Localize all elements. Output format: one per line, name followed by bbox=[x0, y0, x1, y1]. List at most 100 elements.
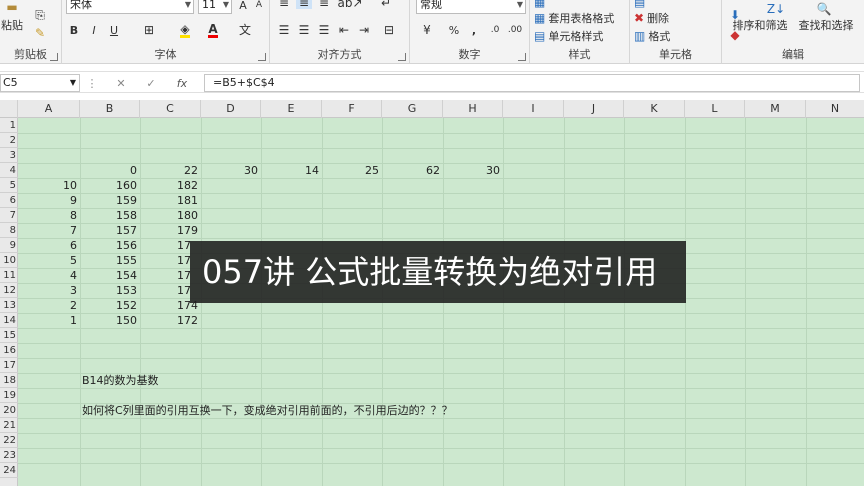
row-header[interactable]: 12 bbox=[0, 283, 18, 298]
column-header-n[interactable]: N bbox=[806, 100, 864, 118]
grow-font-icon[interactable]: A bbox=[236, 0, 250, 12]
bold-button[interactable]: B bbox=[66, 22, 82, 38]
number-launcher[interactable] bbox=[518, 53, 526, 61]
align-top-icon[interactable]: ≡ bbox=[276, 0, 292, 9]
align-middle-icon[interactable]: ≡ bbox=[296, 0, 312, 9]
insert-button[interactable]: ▤ bbox=[634, 0, 714, 8]
alignment-launcher[interactable] bbox=[398, 53, 406, 61]
cell-a5[interactable]: 10 bbox=[18, 178, 80, 193]
underline-button[interactable]: U bbox=[106, 22, 122, 38]
row-header[interactable]: 1 bbox=[0, 118, 18, 133]
format-button[interactable]: ▥ 格式 bbox=[634, 28, 714, 44]
font-color-icon[interactable]: A bbox=[204, 22, 222, 38]
cell-a13[interactable]: 2 bbox=[18, 298, 80, 313]
column-header-h[interactable]: H bbox=[443, 100, 503, 118]
cell-d4[interactable]: 30 bbox=[201, 163, 261, 178]
column-header-b[interactable]: B bbox=[80, 100, 140, 118]
percent-button[interactable]: % bbox=[446, 22, 462, 38]
copy-icon[interactable]: ⎘ bbox=[30, 8, 50, 22]
phonetic-icon[interactable]: 文 bbox=[236, 22, 254, 38]
row-header[interactable]: 10 bbox=[0, 253, 18, 268]
italic-button[interactable]: I bbox=[86, 22, 102, 38]
cell-b13[interactable]: 152 bbox=[80, 298, 140, 313]
cell-styles-button[interactable]: ▤ 单元格样式 bbox=[534, 28, 628, 44]
cell-a6[interactable]: 9 bbox=[18, 193, 80, 208]
cell-a14[interactable]: 1 bbox=[18, 313, 80, 328]
sort-filter-button[interactable]: 排序和筛选 bbox=[728, 18, 792, 32]
column-header-g[interactable]: G bbox=[382, 100, 443, 118]
currency-icon[interactable]: ¥ bbox=[416, 22, 438, 38]
column-header-l[interactable]: L bbox=[685, 100, 745, 118]
cell-b4[interactable]: 0 bbox=[80, 163, 140, 178]
cell-b9[interactable]: 156 bbox=[80, 238, 140, 253]
enter-icon[interactable]: ✓ bbox=[142, 75, 160, 91]
cell-c8[interactable]: 179 bbox=[140, 223, 201, 238]
column-header-d[interactable]: D bbox=[201, 100, 261, 118]
column-header-c[interactable]: C bbox=[140, 100, 201, 118]
cell-b14[interactable]: 150 bbox=[80, 313, 140, 328]
cell-b5[interactable]: 160 bbox=[80, 178, 140, 193]
increase-indent-icon[interactable]: ⇥ bbox=[356, 22, 372, 38]
cell-c4[interactable]: 22 bbox=[140, 163, 201, 178]
merge-center-icon[interactable]: ⊟ bbox=[378, 22, 400, 38]
column-header-a[interactable]: A bbox=[18, 100, 80, 118]
row-header[interactable]: 17 bbox=[0, 358, 18, 373]
column-header-i[interactable]: I bbox=[503, 100, 564, 118]
row-header[interactable]: 9 bbox=[0, 238, 18, 253]
increase-decimal-icon[interactable]: .0 bbox=[486, 22, 504, 38]
cell-a11[interactable]: 4 bbox=[18, 268, 80, 283]
decrease-indent-icon[interactable]: ⇤ bbox=[336, 22, 352, 38]
cell-f4[interactable]: 25 bbox=[322, 163, 382, 178]
cell-a8[interactable]: 7 bbox=[18, 223, 80, 238]
clipboard-launcher[interactable] bbox=[50, 53, 58, 61]
row-header[interactable]: 15 bbox=[0, 328, 18, 343]
decrease-decimal-icon[interactable]: .00 bbox=[506, 22, 524, 38]
wrap-text-icon[interactable]: ↵ bbox=[378, 0, 394, 9]
row-header[interactable]: 18 bbox=[0, 373, 18, 388]
cell-c7[interactable]: 180 bbox=[140, 208, 201, 223]
align-bottom-icon[interactable]: ≡ bbox=[316, 0, 332, 9]
row-header[interactable]: 5 bbox=[0, 178, 18, 193]
cell-a12[interactable]: 3 bbox=[18, 283, 80, 298]
row-header[interactable]: 4 bbox=[0, 163, 18, 178]
font-size-combo[interactable]: 11 ▼ bbox=[198, 0, 232, 14]
cell-a9[interactable]: 6 bbox=[18, 238, 80, 253]
column-header-j[interactable]: J bbox=[564, 100, 624, 118]
align-right-icon[interactable]: ☰ bbox=[316, 22, 332, 38]
comma-button[interactable]: , bbox=[466, 22, 482, 38]
cell-e4[interactable]: 14 bbox=[261, 163, 322, 178]
find-select-icon[interactable]: 🔍 bbox=[794, 0, 854, 18]
font-name-combo[interactable]: 宋体 ▼ bbox=[66, 0, 194, 14]
align-center-icon[interactable]: ☰ bbox=[296, 22, 312, 38]
column-header-k[interactable]: K bbox=[624, 100, 685, 118]
format-painter-icon[interactable]: ✎ bbox=[30, 26, 50, 40]
cell-g4[interactable]: 62 bbox=[382, 163, 443, 178]
cell-c5[interactable]: 182 bbox=[140, 178, 201, 193]
row-header[interactable]: 3 bbox=[0, 148, 18, 163]
row-header[interactable]: 14 bbox=[0, 313, 18, 328]
find-select-button[interactable]: 查找和选择 bbox=[794, 18, 858, 32]
cancel-icon[interactable]: ✕ bbox=[112, 75, 130, 91]
clipboard-top-icon[interactable]: ▬ bbox=[0, 0, 24, 14]
shrink-font-icon[interactable]: A bbox=[252, 0, 266, 12]
row-header[interactable]: 6 bbox=[0, 193, 18, 208]
column-header-e[interactable]: E bbox=[261, 100, 322, 118]
font-launcher[interactable] bbox=[258, 53, 266, 61]
fill-color-icon[interactable]: ◈ bbox=[176, 22, 194, 38]
formula-input[interactable]: =B5+$C$4 bbox=[204, 74, 860, 92]
row-header[interactable]: 20 bbox=[0, 403, 18, 418]
cell-b10[interactable]: 155 bbox=[80, 253, 140, 268]
row-header[interactable]: 22 bbox=[0, 433, 18, 448]
row-header[interactable]: 11 bbox=[0, 268, 18, 283]
cell-b11[interactable]: 154 bbox=[80, 268, 140, 283]
cell-b8[interactable]: 157 bbox=[80, 223, 140, 238]
paste-button[interactable]: 粘贴 bbox=[0, 16, 24, 34]
align-left-icon[interactable]: ☰ bbox=[276, 22, 292, 38]
row-header[interactable]: 8 bbox=[0, 223, 18, 238]
number-format-combo[interactable]: 常规 ▼ bbox=[416, 0, 526, 14]
name-box[interactable]: C5 ▼ bbox=[0, 74, 80, 92]
row-header[interactable]: 16 bbox=[0, 343, 18, 358]
cell-b18-note[interactable]: B14的数为基数 bbox=[82, 373, 159, 388]
borders-icon[interactable]: ⊞ bbox=[140, 22, 158, 38]
cell-a7[interactable]: 8 bbox=[18, 208, 80, 223]
